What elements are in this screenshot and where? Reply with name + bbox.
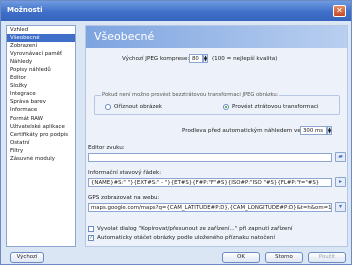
crop-radio[interactable] xyxy=(105,104,111,110)
sidebar-item-nahledy[interactable]: Náhledy xyxy=(7,58,75,66)
close-button[interactable]: ✕ xyxy=(333,5,346,17)
default-button[interactable]: Výchozí xyxy=(10,252,44,263)
lossy-radio-label[interactable]: Provést ztrátovou transformaci xyxy=(232,104,319,110)
auto-rotate-label[interactable]: Automaticky otáčet obrázky podle uložené… xyxy=(97,235,275,241)
sidebar-item-zobrazeni[interactable]: Zobrazení xyxy=(7,42,75,50)
sidebar-item-raw[interactable]: Formát RAW xyxy=(7,115,75,123)
sidebar-item-vzhled[interactable]: Vzhled xyxy=(7,26,75,34)
status-line-input[interactable]: {NAME}#S:" "}{EXT#S:" - "}{ET#S}{F#P:"F"… xyxy=(88,178,332,187)
sidebar-item-integrace[interactable]: Integrace xyxy=(7,90,75,98)
jpeg-hint: (100 = nejlepší kvalita) xyxy=(212,56,278,62)
browse-folder-icon[interactable]: ▰ xyxy=(335,152,346,162)
window-title: Možnosti xyxy=(7,6,43,14)
lossy-radio[interactable] xyxy=(223,104,229,110)
sidebar-item-slozky[interactable]: Složky xyxy=(7,82,75,90)
jpeg-label: Výchozí JPEG komprese: xyxy=(122,56,190,62)
sidebar-item-filtry[interactable]: Filtry xyxy=(7,147,75,155)
sound-editor-label: Editor zvuku: xyxy=(88,145,125,151)
panel-header: Všeobecné xyxy=(86,26,347,48)
chevron-down-icon[interactable]: ▾ xyxy=(335,202,346,212)
jpeg-quality-spinner[interactable]: ▲ ▼ xyxy=(203,54,208,63)
sidebar-item-vseobecne[interactable]: Všeobecné xyxy=(7,34,75,43)
lossless-group: Pokud není možno provést bezztrátovou tr… xyxy=(94,92,340,115)
apply-button[interactable]: Použít xyxy=(308,252,346,263)
sound-editor-input[interactable] xyxy=(88,153,332,162)
jpeg-quality-input[interactable]: 80 xyxy=(189,54,203,63)
options-window: Možnosti ✕ Vzhled Všeobecné Zobrazení Vy… xyxy=(0,0,352,265)
ok-button[interactable]: OK xyxy=(222,252,260,263)
sidebar-item-ostatni[interactable]: Ostatní xyxy=(7,139,75,147)
arrow-right-icon[interactable]: ▸ xyxy=(335,177,346,187)
sidebar-item-popisy[interactable]: Popisy náhledů xyxy=(7,66,75,74)
sidebar-item-aplikace[interactable]: Uživatelské aplikace xyxy=(7,123,75,131)
copy-dialog-label[interactable]: Vyvolat dialog "Kopírovat/přesunout ze z… xyxy=(97,226,292,232)
options-sidebar: Vzhled Všeobecné Zobrazení Vyrovnávací p… xyxy=(6,25,76,247)
sidebar-item-certifikaty[interactable]: Certifikáty pro podpis xyxy=(7,131,75,139)
crop-radio-label[interactable]: Oříznout obrázek xyxy=(114,104,162,110)
copy-dialog-checkbox[interactable] xyxy=(88,226,94,232)
panel-title: Všeobecné xyxy=(94,30,155,43)
status-line-label: Informační stavový řádek: xyxy=(88,170,162,176)
sidebar-item-cache[interactable]: Vyrovnávací paměť xyxy=(7,50,75,58)
sidebar-item-editor[interactable]: Editor xyxy=(7,74,75,82)
settings-panel: Všeobecné Výchozí JPEG komprese: 80 ▲ ▼ (… xyxy=(85,25,348,247)
title-bar[interactable]: Možnosti ✕ xyxy=(1,1,351,21)
sidebar-item-barvy[interactable]: Správa barev xyxy=(7,98,75,106)
preview-delay-spinner[interactable]: ▲ ▼ xyxy=(327,126,332,135)
auto-rotate-checkbox[interactable]: ✓ xyxy=(88,235,94,241)
gps-label: GPS zobrazovat na webu: xyxy=(88,195,160,201)
gps-url-select[interactable]: maps.google.com/maps?q={CAM_LATITUDE#P:D… xyxy=(88,203,332,212)
preview-delay-input[interactable]: 300 ms xyxy=(300,126,327,135)
sidebar-item-moduly[interactable]: Zásuvné moduly xyxy=(7,155,75,163)
cancel-button[interactable]: Storno xyxy=(265,252,303,263)
lossless-legend: Pokud není možno provést bezztrátovou tr… xyxy=(101,92,280,98)
sidebar-item-informace[interactable]: Informace xyxy=(7,106,75,114)
